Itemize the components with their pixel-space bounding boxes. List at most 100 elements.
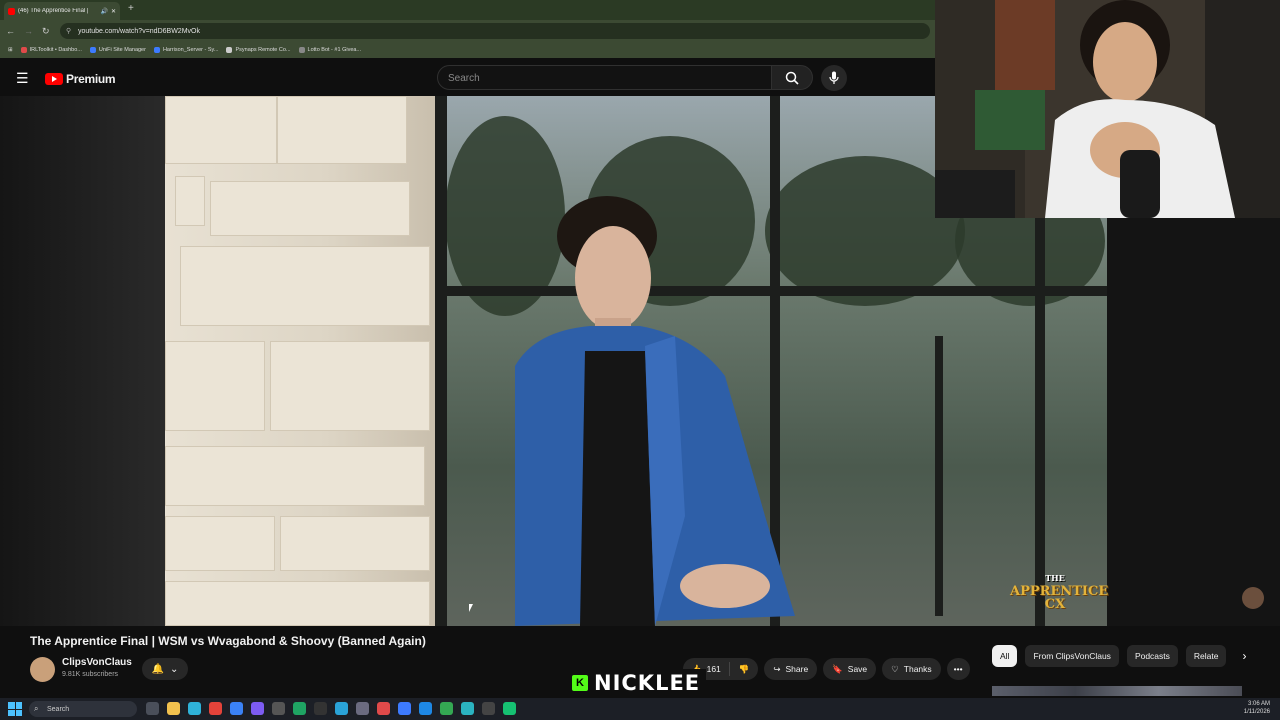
thanks-button[interactable]: ♡ Thanks (882, 658, 941, 680)
streamer-name: NICKLEE (594, 671, 701, 695)
bookmark-item[interactable]: Harrison_Server - Sy... (153, 47, 219, 53)
browser-toolbar: ← → ↻ ⚲ youtube.com/watch?v=ndD6BW2MvOk (0, 20, 935, 42)
thumbs-down-icon: 👎 (738, 663, 750, 674)
speaker-icon[interactable]: 🔊 (100, 8, 107, 15)
forward-icon[interactable]: → (24, 26, 33, 36)
streamer-webcam (935, 0, 1280, 218)
stone-wall (165, 96, 435, 626)
chip-related[interactable]: Relate (1185, 645, 1227, 667)
logo-text: Premium (66, 72, 116, 86)
youtube-premium-logo[interactable]: Premium (45, 72, 116, 86)
system-clock[interactable]: 3:06 AM 1/11/2026 (1244, 700, 1270, 716)
microphone-icon (829, 71, 839, 84)
bookmark-item[interactable]: IRLToolkit • Dashbo... (20, 47, 82, 53)
share-button[interactable]: ↪ Share (764, 658, 818, 680)
search-button[interactable] (771, 65, 813, 90)
channel-name[interactable]: ClipsVonClaus (62, 657, 132, 668)
player-left-backdrop (0, 96, 165, 626)
app-icon[interactable] (482, 702, 495, 715)
windows-start-icon[interactable] (8, 702, 22, 716)
app-icon[interactable] (440, 702, 453, 715)
taskbar-search-input[interactable]: ⌕ Search (29, 701, 137, 717)
taskbar-search-placeholder: Search (47, 705, 70, 713)
search-input[interactable]: Search (437, 65, 772, 90)
person-in-blue-suit (515, 196, 795, 626)
voice-search-button[interactable] (821, 65, 847, 91)
hamburger-menu-icon[interactable]: ☰ (16, 71, 29, 85)
tab-title: (46) The Apprentice Final | (18, 8, 89, 14)
bookmark-item[interactable]: Psynaps Remote Co... (226, 47, 291, 53)
new-tab-button[interactable]: + (128, 4, 134, 14)
app-icon[interactable] (419, 702, 432, 715)
bookmark-favicon-icon (298, 47, 305, 53)
bell-icon: 🔔 (151, 663, 165, 675)
notification-bell-button[interactable]: 🔔 ⌄ (142, 658, 188, 680)
app-icon[interactable] (398, 702, 411, 715)
back-icon[interactable]: ← (6, 26, 15, 36)
bookmark-label: IRLToolkit • Dashbo... (29, 47, 82, 53)
bookmark-favicon-icon (89, 47, 96, 53)
bookmark-favicon-icon (226, 47, 233, 53)
apps-icon[interactable]: ⊞ (8, 47, 13, 53)
bookmark-favicon-icon (20, 47, 27, 53)
recommended-thumbnails[interactable] (992, 686, 1242, 696)
chrome-icon[interactable] (209, 702, 222, 715)
chip-from-channel[interactable]: From ClipsVonClaus (1025, 645, 1119, 667)
bookmarks-bar: ⊞ IRLToolkit • Dashbo... UniFi Site Mana… (0, 42, 935, 58)
thanks-label: Thanks (903, 664, 932, 674)
channel-avatar[interactable] (30, 657, 55, 682)
reload-icon[interactable]: ↻ (42, 26, 50, 37)
app-icon[interactable] (272, 702, 285, 715)
heart-dollar-icon: ♡ (891, 663, 899, 674)
windows-taskbar: ⌕ Search 3:06 AM 1/11/2026 (0, 698, 1280, 720)
site-info-icon[interactable]: ⚲ (66, 27, 71, 35)
task-view-icon[interactable] (146, 702, 159, 715)
app-icon[interactable] (230, 702, 243, 715)
bookmark-label: Lotto Bot - #1 Givea... (307, 47, 362, 53)
chevron-right-icon[interactable]: › (1242, 649, 1246, 663)
search-icon (785, 71, 799, 85)
edge-icon[interactable] (188, 702, 201, 715)
youtube-favicon-icon (8, 7, 15, 15)
chip-podcasts[interactable]: Podcasts (1126, 645, 1178, 667)
address-bar[interactable]: ⚲ youtube.com/watch?v=ndD6BW2MvOk (60, 23, 930, 39)
app-icon[interactable] (251, 702, 264, 715)
bookmark-label: Psynaps Remote Co... (235, 47, 291, 53)
share-label: Share (785, 664, 809, 674)
search-icon: ⌕ (34, 704, 39, 713)
chevron-down-icon: ⌄ (170, 663, 179, 675)
bookmark-label: Harrison_Server - Sy... (162, 47, 219, 53)
clock-time: 3:06 AM (1247, 701, 1270, 707)
app-icon[interactable] (356, 702, 369, 715)
video-title: The Apprentice Final | WSM vs Wvagabond … (30, 634, 426, 648)
tab-close-icon[interactable]: ✕ (111, 8, 116, 15)
bookmark-icon: 🔖 (832, 663, 843, 674)
youtube-header: ☰ Premium Search (0, 60, 935, 96)
bookmark-item[interactable]: UniFi Site Manager (89, 47, 146, 53)
app-icon[interactable] (503, 702, 516, 715)
watermark-line-3: CX (1044, 597, 1066, 612)
more-actions-button[interactable]: ••• (946, 658, 970, 680)
taskbar-app-icons (146, 702, 516, 715)
app-icon[interactable] (335, 702, 348, 715)
video-actions: 👍 161 👎 ↪Share 🔖Save ♡Thanks ••• (683, 658, 970, 680)
chip-all[interactable]: All (992, 645, 1018, 667)
app-icon[interactable] (461, 702, 474, 715)
app-icon[interactable] (377, 702, 390, 715)
bookmark-item[interactable]: Lotto Bot - #1 Givea... (298, 47, 362, 53)
share-icon: ↪ (773, 663, 781, 674)
mouse-cursor-icon (469, 604, 473, 612)
save-button[interactable]: 🔖 Save (823, 658, 877, 680)
app-icon[interactable] (314, 702, 327, 715)
apprentice-watermark-logo: THE APPRENTICE CX (1010, 572, 1108, 616)
dislike-button[interactable]: 👎 (730, 664, 759, 675)
app-icon[interactable] (293, 702, 306, 715)
clock-date: 1/11/2026 (1243, 709, 1270, 715)
save-label: Save (847, 664, 868, 674)
browser-tab[interactable]: (46) The Apprentice Final | 🔊 ✕ (4, 2, 120, 20)
viewer-avatar[interactable] (1242, 587, 1264, 609)
subscriber-count: 9.81K subscribers (62, 671, 119, 678)
bookmark-label: UniFi Site Manager (98, 47, 146, 53)
file-explorer-icon[interactable] (167, 702, 180, 715)
streamer-figure (1045, 0, 1235, 218)
